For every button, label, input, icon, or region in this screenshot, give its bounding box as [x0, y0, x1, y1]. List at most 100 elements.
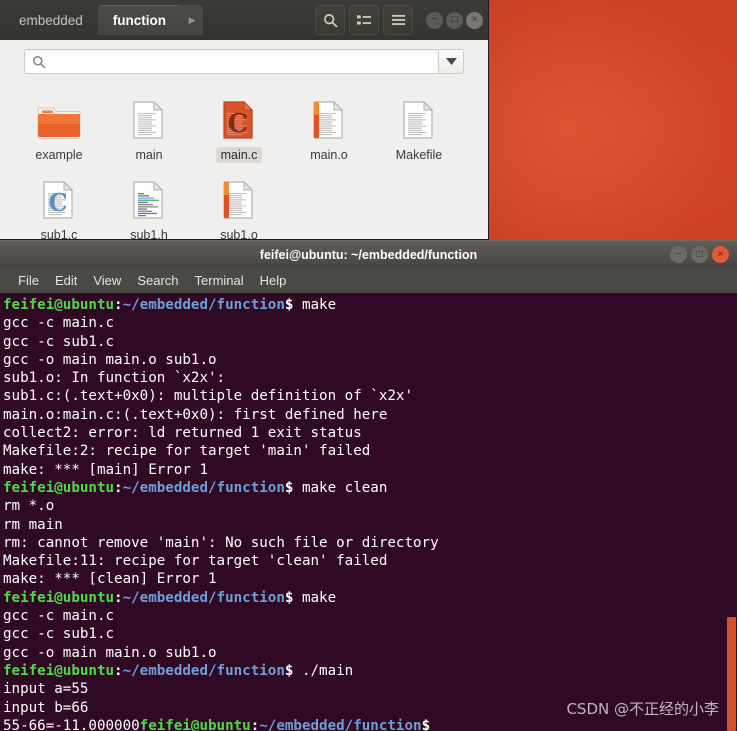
file-manager-titlebar: embedded function ▶ − □ ×	[0, 0, 488, 40]
file-manager-toolbar: − □ ×	[315, 5, 483, 35]
terminal-output-line: collect2: error: ld returned 1 exit stat…	[3, 425, 362, 442]
search-input[interactable]	[51, 54, 431, 69]
breadcrumb-embedded[interactable]: embedded	[4, 5, 98, 35]
file-item-main-c[interactable]: C main.c	[194, 87, 284, 167]
minimize-button[interactable]: −	[426, 11, 443, 29]
file-manager-window: embedded function ▶ − □ × example main C…	[0, 0, 489, 240]
terminal-window: feifei@ubuntu: ~/embedded/function − □ ×…	[0, 240, 737, 731]
maximize-button[interactable]: □	[446, 11, 463, 29]
search-icon[interactable]	[315, 5, 345, 35]
prompt-sigil: $	[421, 717, 431, 731]
file-manager-window-controls: − □ ×	[426, 11, 483, 29]
prompt-path: ~/embedded/function	[122, 479, 285, 496]
terminal-output-line: gcc -o main main.o sub1.o	[3, 351, 217, 368]
prompt-colon: :	[114, 662, 123, 679]
breadcrumb-embedded-label: embedded	[19, 12, 83, 28]
terminal-command-line: feifei@ubuntu:~/embedded/function$ make	[3, 589, 737, 607]
terminal-close-button[interactable]: ×	[712, 246, 729, 263]
terminal-minimize-button[interactable]: −	[670, 246, 687, 263]
code-icon	[131, 171, 167, 221]
terminal-menu-help[interactable]: Help	[252, 271, 295, 290]
terminal-output-line: gcc -c sub1.c	[3, 626, 115, 643]
terminal-output-line: input b=66	[3, 699, 89, 716]
search-field-wrapper[interactable]	[24, 49, 438, 74]
terminal-command-line: feifei@ubuntu:~/embedded/function$ make	[3, 296, 737, 314]
file-item-label: sub1.h	[130, 228, 168, 240]
file-item-label: sub1.c	[40, 228, 78, 240]
prompt-user-host: feifei@ubuntu	[3, 662, 115, 679]
terminal-output-line: rm: cannot remove 'main': No such file o…	[3, 534, 439, 551]
file-item-example[interactable]: example	[14, 87, 104, 167]
file-item-main-o[interactable]: main.o	[284, 87, 374, 167]
prompt-path: ~/embedded/function	[122, 662, 285, 679]
csource-icon: C	[221, 91, 257, 141]
prompt-user-host: feifei@ubuntu	[3, 589, 115, 606]
prompt-path: ~/embedded/function	[122, 589, 285, 606]
breadcrumb-arrow-glyph: ▶	[188, 14, 196, 25]
terminal-menu-file[interactable]: File	[10, 271, 47, 290]
prompt-user-host: feifei@ubuntu	[3, 297, 115, 313]
terminal-title: feifei@ubuntu: ~/embedded/function	[259, 247, 478, 262]
terminal-window-controls: − □ ×	[670, 246, 729, 263]
prompt-colon: :	[250, 717, 260, 731]
terminal-output-area[interactable]: feifei@ubuntu:~/embedded/function$ make g…	[0, 293, 737, 731]
terminal-output-line: gcc -c sub1.c	[3, 333, 115, 350]
file-item-main[interactable]: main	[104, 87, 194, 167]
terminal-command-text: make clean	[293, 479, 388, 496]
file-item-label: example	[35, 148, 83, 162]
terminal-maximize-button[interactable]: □	[691, 246, 708, 263]
prompt-colon: :	[114, 589, 123, 606]
file-item-label: Makefile	[395, 148, 443, 162]
object-icon	[311, 91, 347, 141]
file-item-sub1-h[interactable]: sub1.h	[104, 167, 194, 240]
terminal-menubar: File Edit View Search Terminal Help	[0, 268, 737, 293]
folder-icon	[36, 91, 82, 141]
prompt-colon: :	[114, 297, 123, 313]
terminal-output-line: sub1.o: In function `x2x':	[3, 370, 226, 387]
terminal-output-line: Makefile:2: recipe for target 'main' fai…	[3, 443, 371, 460]
terminal-output-line: rm main	[3, 516, 63, 533]
terminal-menu-view[interactable]: View	[85, 271, 129, 290]
breadcrumb-next-arrow-icon[interactable]: ▶	[181, 5, 204, 35]
terminal-command-text: ./main	[293, 662, 354, 679]
file-list: example main C main.c main.o Makefile C …	[0, 81, 488, 240]
document-icon	[401, 91, 437, 141]
terminal-output-line: gcc -o main main.o sub1.o	[3, 644, 217, 661]
terminal-menu-terminal[interactable]: Terminal	[187, 271, 252, 290]
file-item-sub1-c[interactable]: C sub1.c	[14, 167, 104, 240]
hamburger-menu-icon[interactable]	[383, 5, 413, 35]
terminal-output-line: main.o:main.c:(.text+0x0): first defined…	[3, 406, 388, 423]
cheader-icon: C	[41, 171, 77, 221]
file-item-Makefile[interactable]: Makefile	[374, 87, 464, 167]
breadcrumb-function[interactable]: function	[97, 5, 182, 35]
terminal-output-line: Makefile:11: recipe for target 'clean' f…	[3, 553, 388, 570]
file-item-label: main	[135, 148, 163, 162]
terminal-output-text: 55-66=-11.000000	[3, 717, 140, 731]
terminal-command-line: feifei@ubuntu:~/embedded/function$ make …	[3, 479, 737, 497]
terminal-output-line: gcc -c main.c	[3, 608, 115, 625]
file-item-label: sub1.o	[220, 228, 258, 240]
terminal-scrollbar-thumb[interactable]	[727, 617, 736, 731]
prompt-path: ~/embedded/function	[122, 297, 285, 313]
terminal-menu-search[interactable]: Search	[129, 271, 186, 290]
close-button[interactable]: ×	[466, 11, 483, 29]
document-icon	[131, 91, 167, 141]
svg-text:C: C	[228, 109, 249, 139]
terminal-scrollbar[interactable]	[726, 293, 737, 731]
terminal-output-line: gcc -c main.c	[3, 315, 115, 332]
terminal-output-line: sub1.c:(.text+0x0): multiple definition …	[3, 388, 413, 405]
prompt-user-host: feifei@ubuntu	[3, 479, 115, 496]
svg-text:C: C	[48, 188, 67, 217]
file-item-label: main.c	[215, 147, 263, 163]
terminal-menu-edit[interactable]: Edit	[47, 271, 85, 290]
prompt-colon: :	[114, 479, 123, 496]
list-view-icon[interactable]	[349, 5, 379, 35]
terminal-titlebar: feifei@ubuntu: ~/embedded/function − □ ×	[0, 240, 737, 268]
file-manager-search-row	[0, 40, 488, 81]
prompt-path: ~/embedded/function	[259, 717, 422, 731]
terminal-output-line: input a=55	[3, 681, 89, 698]
search-dropdown-icon[interactable]	[438, 49, 464, 74]
terminal-output-line: make: *** [main] Error 1	[3, 461, 208, 478]
file-item-sub1-o[interactable]: sub1.o	[194, 167, 284, 240]
breadcrumb-function-label: function	[112, 12, 167, 28]
